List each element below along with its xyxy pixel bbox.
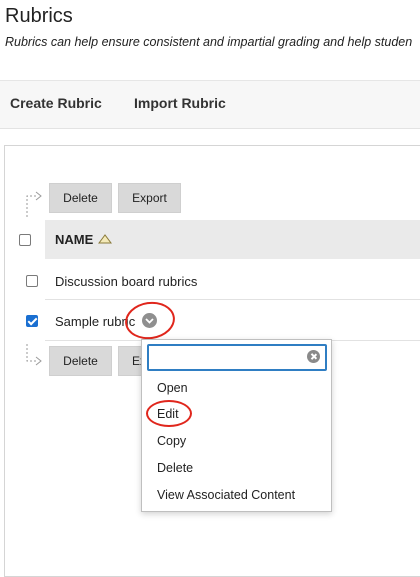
delete-button[interactable]: Delete bbox=[49, 183, 112, 213]
page-subtitle: Rubrics can help ensure consistent and i… bbox=[5, 35, 413, 49]
annotation-circle bbox=[146, 400, 192, 427]
row-checkbox-checked[interactable] bbox=[26, 315, 38, 327]
toolbar-arrow-icon bbox=[26, 191, 42, 217]
menu-item-open[interactable]: Open bbox=[157, 381, 188, 395]
table-row-name[interactable]: Sample rubric bbox=[55, 314, 135, 329]
clear-search-icon[interactable] bbox=[307, 350, 320, 363]
row-divider bbox=[45, 299, 420, 300]
sort-ascending-icon[interactable] bbox=[97, 233, 113, 245]
delete-button[interactable]: Delete bbox=[49, 346, 112, 376]
create-rubric-button[interactable]: Create Rubric bbox=[10, 95, 102, 111]
page-title: Rubrics bbox=[5, 5, 73, 27]
column-header-name[interactable]: NAME bbox=[55, 232, 93, 247]
table-row-name[interactable]: Discussion board rubrics bbox=[55, 274, 197, 289]
toolbar-arrow-icon bbox=[26, 344, 42, 366]
menu-item-delete[interactable]: Delete bbox=[157, 461, 193, 475]
page-header: Rubrics Rubrics can help ensure consiste… bbox=[0, 0, 420, 80]
menu-search-input[interactable] bbox=[147, 344, 327, 371]
export-button[interactable]: Export bbox=[118, 183, 181, 213]
menu-item-view-associated-content[interactable]: View Associated Content bbox=[157, 488, 295, 502]
row-checkbox[interactable] bbox=[26, 275, 38, 287]
menu-item-copy[interactable]: Copy bbox=[157, 434, 186, 448]
select-all-checkbox[interactable] bbox=[19, 234, 31, 246]
import-rubric-button[interactable]: Import Rubric bbox=[134, 95, 226, 111]
